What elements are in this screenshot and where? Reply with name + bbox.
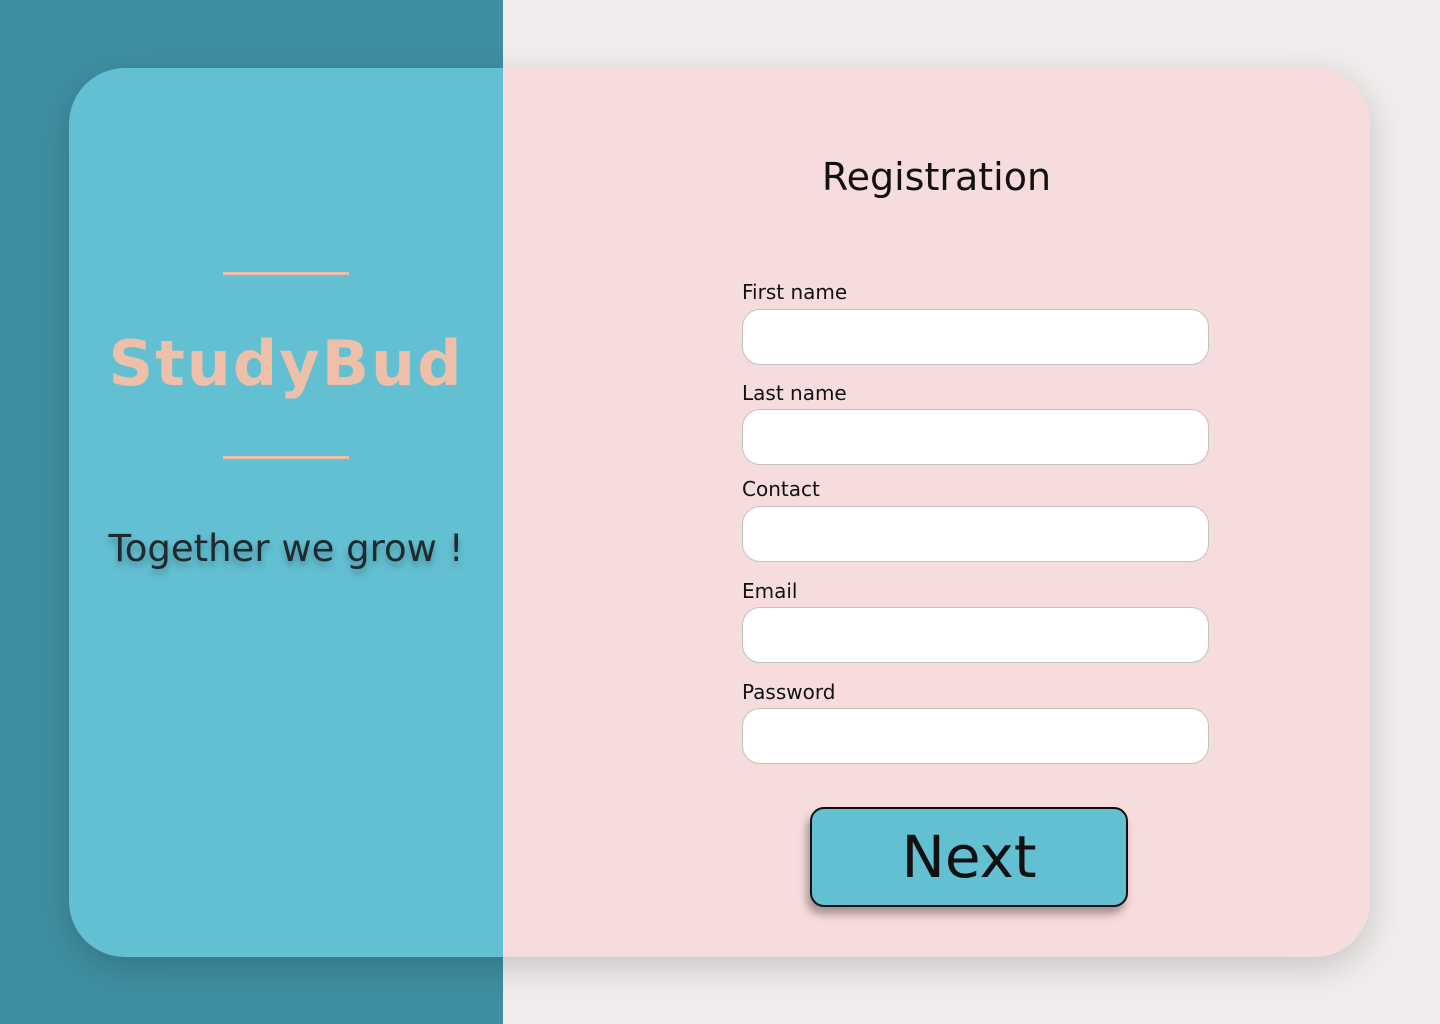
contact-field[interactable] — [742, 506, 1209, 562]
last-name-field[interactable] — [742, 409, 1209, 465]
email-field[interactable] — [742, 607, 1209, 663]
brand-tagline: Together we grow ! — [108, 527, 464, 570]
brand-divider-bottom — [223, 456, 349, 459]
form-panel: Registration First name Last name Contac… — [503, 68, 1370, 957]
password-field[interactable] — [742, 708, 1209, 764]
registration-card: StudyBud Together we grow ! Registration… — [69, 68, 1370, 957]
last-name-label: Last name — [742, 381, 847, 405]
email-label: Email — [742, 579, 798, 603]
next-button[interactable]: Next — [810, 807, 1128, 907]
password-label: Password — [742, 680, 836, 704]
contact-label: Contact — [742, 477, 820, 501]
first-name-field[interactable] — [742, 309, 1209, 365]
brand-panel: StudyBud Together we grow ! — [69, 68, 503, 957]
brand-divider-top — [223, 272, 349, 275]
first-name-label: First name — [742, 280, 848, 304]
brand-logo-text: StudyBud — [108, 327, 464, 400]
form-title: Registration — [821, 155, 1052, 199]
